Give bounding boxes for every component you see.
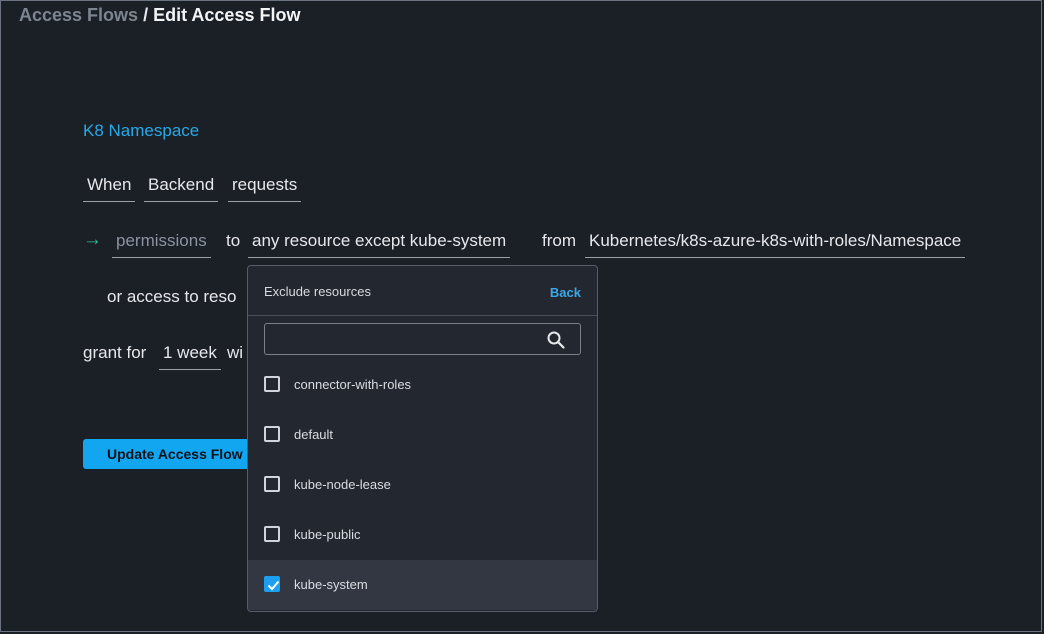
when-label: When xyxy=(83,175,136,202)
breadcrumb-separator: / xyxy=(143,5,149,25)
page-title: Edit Access Flow xyxy=(153,5,301,25)
checkbox[interactable] xyxy=(264,426,280,442)
or-access-label[interactable]: or access to reso xyxy=(107,287,236,307)
option-label: default xyxy=(294,427,334,442)
requester-group-selector[interactable]: Backend xyxy=(144,175,219,202)
integration-selector[interactable]: Kubernetes/k8s-azure-k8s-with-roles/Name… xyxy=(585,231,966,258)
from-label: from xyxy=(542,231,576,250)
grant-for-label: grant for xyxy=(83,343,147,362)
option-kube-node-lease[interactable]: kube-node-lease xyxy=(248,460,597,510)
duration-selector[interactable]: 1 week xyxy=(159,343,221,370)
option-connector-with-roles[interactable]: connector-with-roles xyxy=(248,360,597,410)
option-kube-system[interactable]: kube-system xyxy=(248,560,597,610)
requests-label: requests xyxy=(228,175,302,202)
search-icon[interactable] xyxy=(546,330,566,350)
dropdown-title: Exclude resources xyxy=(264,284,371,299)
checkbox[interactable] xyxy=(264,476,280,492)
access-flow-name[interactable]: K8 Namespace xyxy=(83,121,199,141)
option-label: connector-with-roles xyxy=(294,377,412,392)
breadcrumb-parent-link[interactable]: Access Flows xyxy=(19,5,138,25)
exclude-resources-dropdown: Exclude resources Back connector-with-ro… xyxy=(247,265,598,612)
resource-selector[interactable]: any resource except kube-system xyxy=(248,231,511,258)
checkbox[interactable] xyxy=(264,526,280,542)
arrow-right-icon: → xyxy=(83,229,102,250)
checkbox-checked[interactable] xyxy=(264,576,280,592)
back-button[interactable]: Back xyxy=(550,285,581,300)
option-label: kube-public xyxy=(294,527,361,542)
search-input[interactable] xyxy=(273,328,537,352)
update-access-flow-button[interactable]: Update Access Flow xyxy=(83,439,257,469)
checkmark-icon xyxy=(267,580,280,591)
breadcrumb: Access Flows / Edit Access Flow xyxy=(19,5,300,26)
with-label: wi xyxy=(227,343,244,362)
permissions-selector[interactable]: permissions xyxy=(112,231,211,258)
to-label: to xyxy=(226,231,241,250)
option-kube-public[interactable]: kube-public xyxy=(248,510,597,560)
search-box[interactable] xyxy=(264,323,581,355)
dropdown-header: Exclude resources Back xyxy=(248,266,597,316)
option-default[interactable]: default xyxy=(248,410,597,460)
checkbox[interactable] xyxy=(264,376,280,392)
option-label: kube-node-lease xyxy=(294,477,391,492)
option-label: kube-system xyxy=(294,577,368,592)
